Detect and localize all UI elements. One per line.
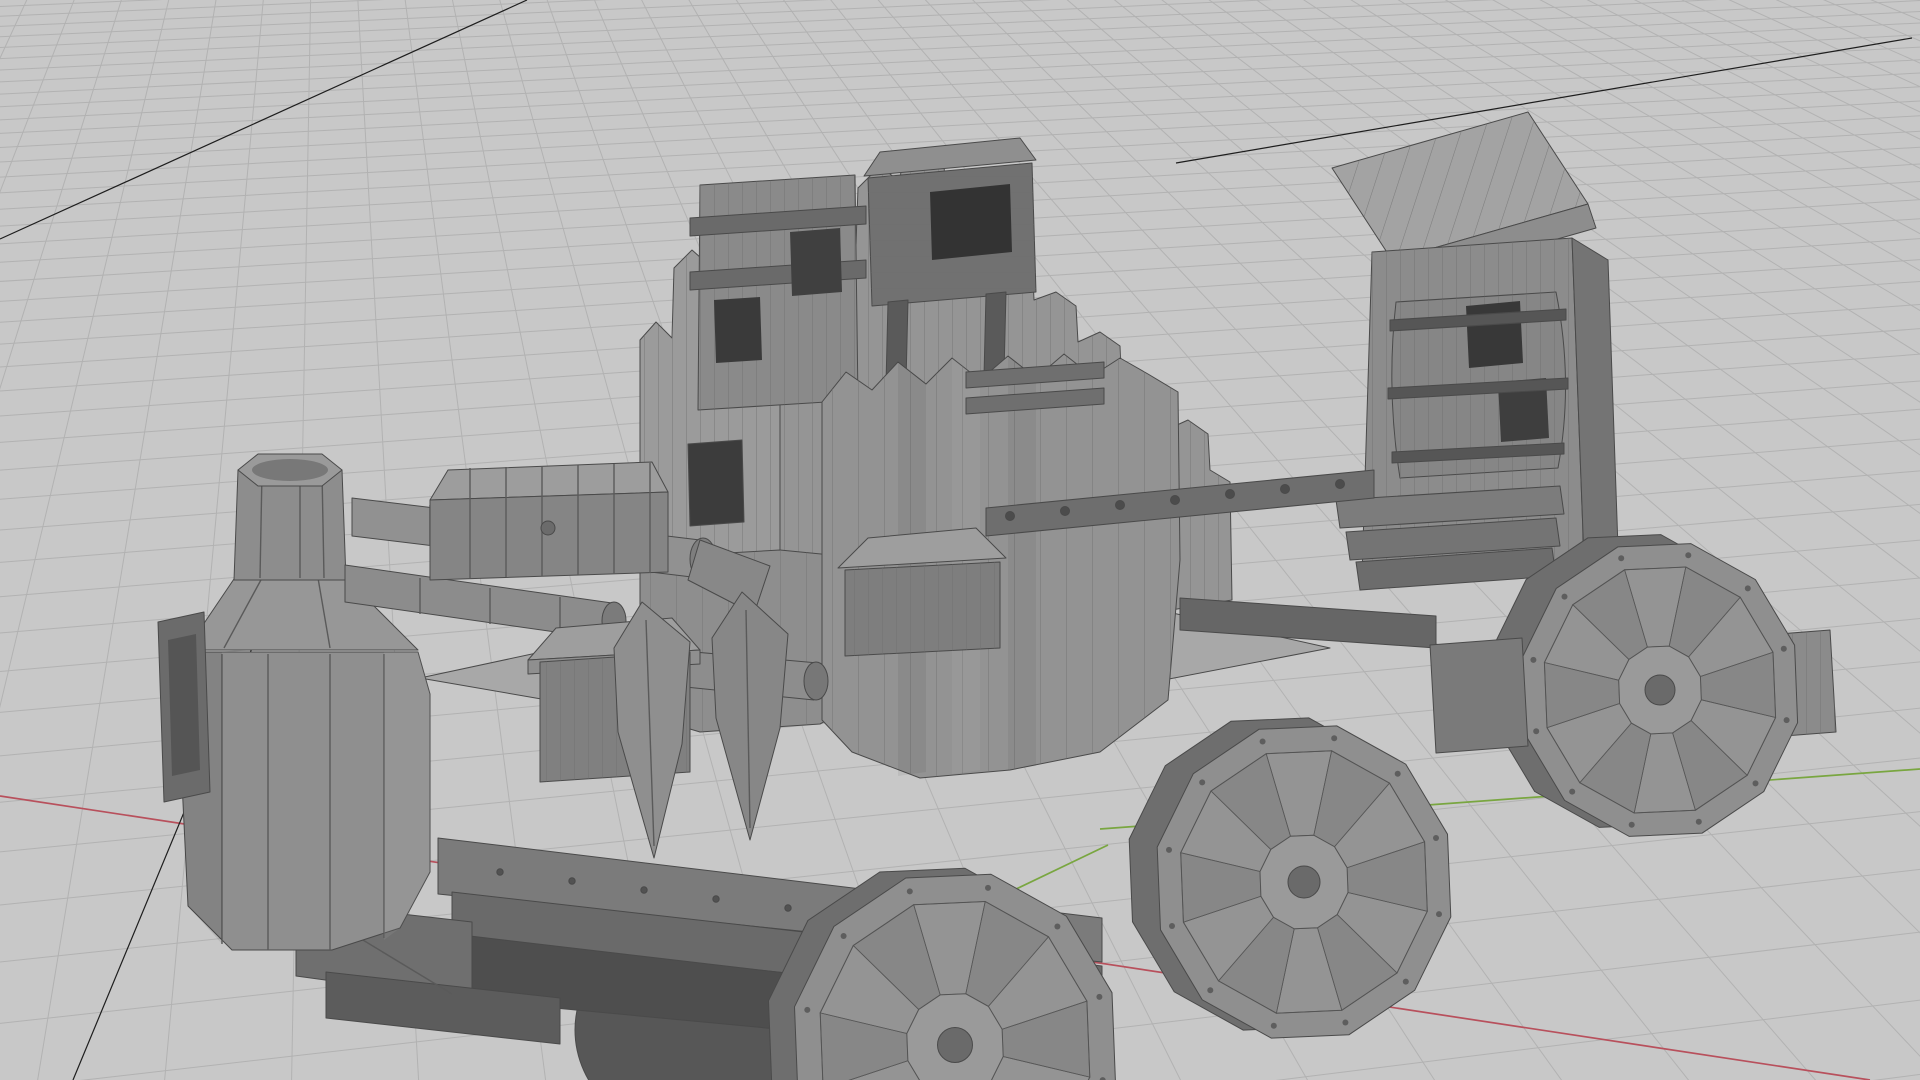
boiler[interactable]	[177, 575, 431, 951]
slatted-cage[interactable]	[1387, 291, 1569, 479]
rear-tower[interactable]	[1335, 237, 1619, 591]
gate-structure[interactable]	[689, 174, 867, 411]
viewport-canvas[interactable]	[0, 0, 1920, 1080]
left-side-panel[interactable]	[157, 611, 211, 803]
wagon-model[interactable]	[157, 111, 1837, 1080]
roof-crate-mid[interactable]	[837, 527, 1007, 657]
wheel-middle-right[interactable]	[1128, 717, 1452, 1039]
chimney-stack[interactable]	[233, 453, 347, 581]
banded-chest[interactable]	[429, 461, 669, 581]
tower-steps[interactable]	[1335, 485, 1565, 591]
3d-viewport[interactable]	[0, 0, 1920, 1080]
wheel-rear-right[interactable]	[1491, 534, 1799, 837]
